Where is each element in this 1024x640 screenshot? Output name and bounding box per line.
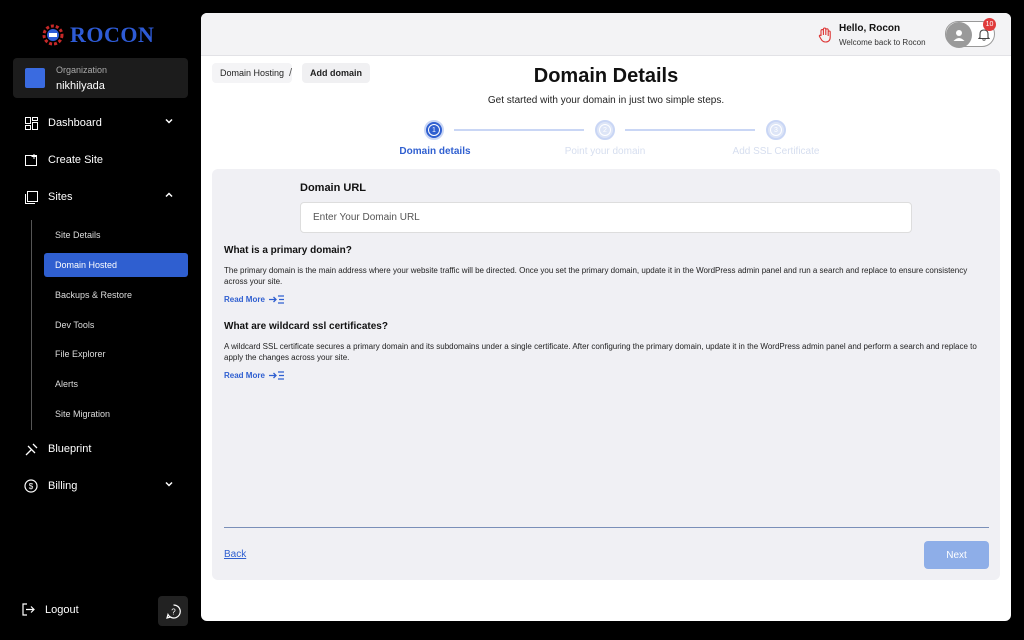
page-title: Domain Details: [533, 65, 679, 87]
step-3-label: Add SSL Certificate: [732, 146, 820, 157]
brand-logo[interactable]: ROCON: [40, 22, 154, 48]
chevron-up-icon[interactable]: [164, 190, 174, 203]
nav-create-site[interactable]: Create Site: [24, 149, 184, 171]
help-button[interactable]: ?: [158, 596, 188, 626]
user-menu[interactable]: 10: [945, 18, 996, 48]
sites-icon: [24, 190, 38, 204]
subnav-backups-restore[interactable]: Backups & Restore: [44, 283, 188, 307]
blueprint-icon: [24, 442, 38, 456]
domain-url-input[interactable]: [300, 202, 912, 233]
step-3-indicator: 3: [766, 120, 786, 140]
organization-label: Organization: [56, 65, 108, 75]
nav-sites-label: Sites: [48, 191, 73, 203]
step-1-number: 1: [428, 124, 440, 136]
nav-billing[interactable]: $ Billing: [24, 475, 184, 497]
domain-form-panel: Domain URL What is a primary domain? The…: [212, 169, 1000, 580]
greeting-text: Hello, Rocon: [839, 23, 901, 34]
avatar[interactable]: [946, 22, 972, 48]
domain-url-label: Domain URL: [300, 182, 366, 194]
user-icon: [953, 30, 965, 41]
help-icon: ?: [165, 603, 181, 619]
nav-blueprint[interactable]: Blueprint: [24, 438, 184, 460]
chevron-down-icon[interactable]: [164, 479, 174, 492]
logout-icon: [22, 603, 35, 616]
subnav-domain-hosted[interactable]: Domain Hosted: [44, 253, 188, 277]
chevron-down-icon[interactable]: [164, 116, 174, 129]
faq-wildcard-ssl-body: A wildcard SSL certificate secures a pri…: [224, 342, 977, 362]
step-connector-1: [454, 129, 584, 131]
svg-text:$: $: [29, 482, 34, 491]
next-button[interactable]: Next: [924, 541, 989, 569]
faq-primary-domain-read-more[interactable]: Read More: [224, 295, 285, 304]
step-connector-2: [625, 129, 755, 131]
create-site-icon: [24, 153, 38, 167]
subnav-site-details[interactable]: Site Details: [44, 223, 188, 247]
nav-blueprint-label: Blueprint: [48, 443, 92, 455]
back-link[interactable]: Back: [224, 549, 246, 560]
nav-sites[interactable]: Sites: [24, 186, 184, 208]
arrow-list-icon: [268, 295, 284, 304]
step-2-label: Point your domain: [564, 146, 646, 157]
page-subtitle: Get started with your domain in just two…: [487, 95, 725, 106]
subnav-site-migration[interactable]: Site Migration: [44, 402, 188, 426]
subnav-file-explorer[interactable]: File Explorer: [44, 342, 188, 366]
nav-create-site-label: Create Site: [48, 154, 104, 166]
notification-badge: 10: [983, 18, 996, 31]
organization-name: nikhilyada: [56, 80, 105, 92]
step-1-indicator: 1: [424, 120, 444, 140]
logout-button[interactable]: Logout: [22, 603, 79, 616]
subnav-guide-line: [31, 220, 32, 430]
subnav-alerts[interactable]: Alerts: [44, 372, 188, 396]
organization-icon: [25, 68, 45, 88]
dollar-icon: $: [24, 479, 38, 493]
subnav-dev-tools[interactable]: Dev Tools: [44, 313, 188, 337]
organization-switcher[interactable]: Organization nikhilyada: [13, 58, 188, 98]
step-3-number: 3: [770, 124, 782, 136]
read-more-label: Read More: [224, 295, 265, 304]
step-1-label: Domain details: [399, 146, 471, 157]
top-bar: Hello, Rocon Welcome back to Rocon 10: [201, 13, 1011, 56]
nav-dashboard-label: Dashboard: [48, 117, 102, 129]
faq-primary-domain-title: What is a primary domain?: [224, 245, 352, 256]
wave-hand-icon: [818, 27, 832, 48]
faq-primary-domain-body: The primary domain is the main address w…: [224, 266, 968, 286]
faq-wildcard-ssl-title: What are wildcard ssl certificates?: [224, 321, 388, 332]
faq-wildcard-ssl-read-more[interactable]: Read More: [224, 371, 285, 380]
main-content: Hello, Rocon Welcome back to Rocon 10 Do…: [201, 13, 1011, 621]
sidebar: ROCON Organization nikhilyada Dashboard …: [0, 0, 200, 640]
dashboard-icon: [24, 116, 38, 130]
nav-billing-label: Billing: [48, 480, 78, 492]
logout-label: Logout: [45, 603, 79, 616]
read-more-label: Read More: [224, 371, 265, 380]
svg-text:?: ?: [171, 607, 176, 616]
arrow-list-icon: [268, 371, 284, 380]
welcome-text: Welcome back to Rocon: [839, 38, 926, 47]
gear-logo-icon: [42, 24, 64, 46]
nav-dashboard[interactable]: Dashboard: [24, 112, 184, 134]
step-2-indicator: 2: [595, 120, 615, 140]
brand-name: ROCON: [70, 22, 155, 47]
step-2-number: 2: [599, 124, 611, 136]
form-divider: [224, 527, 989, 528]
